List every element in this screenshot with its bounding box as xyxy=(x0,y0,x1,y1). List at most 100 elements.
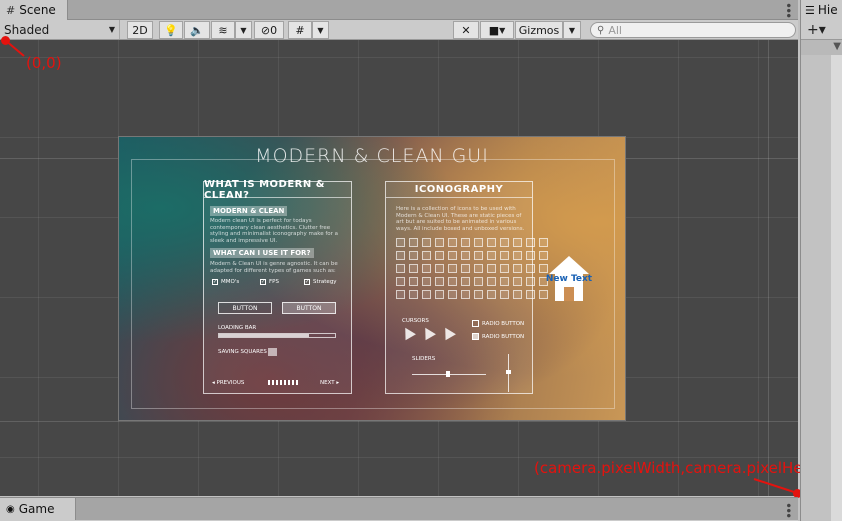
gui-icon-tile xyxy=(526,238,535,247)
gizmos-button[interactable]: Gizmos xyxy=(515,21,563,39)
gui-icon-tile xyxy=(422,290,431,299)
eye-hidden-icon: ⊘ xyxy=(260,23,271,37)
chevron-down-icon: ▼ xyxy=(317,25,324,35)
grid-dropdown[interactable]: ▼ xyxy=(312,21,329,39)
previous-link[interactable]: ◂ PREVIOUS xyxy=(212,380,244,386)
gui-icon-tile xyxy=(409,290,418,299)
tab-scene[interactable]: # Scene xyxy=(0,0,68,20)
add-button[interactable]: +▾ xyxy=(807,22,826,38)
layers-icon: ≋ xyxy=(218,23,228,37)
checkbox-mmo[interactable]: ✓ MMO's xyxy=(212,279,239,285)
ui-canvas[interactable]: MODERN & CLEAN GUI WHAT IS MODERN & CLEA… xyxy=(118,136,626,421)
tab-game[interactable]: ◉ Game xyxy=(0,498,76,520)
tab-game-label: Game xyxy=(18,502,55,516)
gui-icon-tile xyxy=(513,264,522,273)
tab-hierarchy[interactable]: ☰ Hie xyxy=(801,0,842,20)
slider-handle[interactable] xyxy=(506,370,511,374)
slider-handle[interactable] xyxy=(446,371,450,377)
grid-toggle[interactable]: # xyxy=(288,21,312,39)
gui-icon-tile xyxy=(409,277,418,286)
iconography-text: Here is a collection of icons to be used… xyxy=(396,206,525,232)
lightbulb-icon: 💡 xyxy=(164,23,178,37)
gui-icon-tile xyxy=(448,238,457,247)
effects-toggle[interactable]: ≋ xyxy=(211,21,235,39)
scene-search-field[interactable]: ⚲ All xyxy=(590,22,796,38)
gui-button-b[interactable]: BUTTON xyxy=(282,302,336,314)
right-panel-header: ICONOGRAPHY xyxy=(386,182,532,198)
checkbox-strategy[interactable]: ✓ Strategy xyxy=(304,279,337,285)
gui-icon-tile xyxy=(435,290,444,299)
sliders-label: SLIDERS xyxy=(412,356,436,362)
gui-icon-tile xyxy=(448,277,457,286)
mode-2d-toggle[interactable]: 2D xyxy=(127,21,153,39)
gui-icon-tile xyxy=(474,264,483,273)
scene-toolbar: Shaded ▼ 2D 💡 🔈 ≋ ▼ ⊘ 0 # ▼ ✕ ■ ▼ Gizmos… xyxy=(0,20,798,40)
canvas-boundary-line xyxy=(0,421,798,422)
chevron-down-icon[interactable]: ▼ xyxy=(833,41,841,52)
gui-icon-tile xyxy=(500,277,509,286)
gui-icon-tile xyxy=(396,264,405,273)
gui-button-a[interactable]: BUTTON xyxy=(218,302,272,314)
lighting-toggle[interactable]: 💡 xyxy=(159,21,183,39)
tab-hierarchy-label: Hie xyxy=(817,3,838,17)
loading-bar xyxy=(218,333,336,338)
gui-icon-tile xyxy=(448,251,457,260)
radio-button-b[interactable]: RADIO BUTTON xyxy=(472,333,524,340)
new-text-label[interactable]: New Text xyxy=(527,274,611,284)
camera-dropdown[interactable]: ■ ▼ xyxy=(480,21,514,39)
gui-icon-tile xyxy=(500,238,509,247)
grid-icon: # xyxy=(6,3,16,17)
gui-icon-tile xyxy=(539,251,548,260)
cursor-icon xyxy=(440,324,456,341)
hierarchy-scrollbar[interactable] xyxy=(831,55,842,521)
gui-icon-tile xyxy=(461,251,470,260)
game-tab-bar: ◉ Game ••• xyxy=(0,497,798,521)
radio-label: RADIO BUTTON xyxy=(482,320,525,327)
gui-icon-tile xyxy=(487,251,496,260)
checkbox-icon: ✓ xyxy=(260,279,266,285)
gui-icon-tile xyxy=(422,264,431,273)
gui-icon-tile xyxy=(448,264,457,273)
saving-squares-icon xyxy=(268,348,277,356)
gui-icon-tile xyxy=(513,251,522,260)
more-options-icon[interactable]: ••• xyxy=(781,2,795,17)
next-link[interactable]: NEXT ▸ xyxy=(320,380,339,386)
more-options-icon[interactable]: ••• xyxy=(781,502,795,517)
gui-icon-tile xyxy=(487,290,496,299)
scene-viewport[interactable]: MODERN & CLEAN GUI WHAT IS MODERN & CLEA… xyxy=(0,40,798,496)
gui-icon-tile xyxy=(526,290,535,299)
left-panel: WHAT IS MODERN & CLEAN? MODERN & CLEAN M… xyxy=(203,179,352,394)
section-2-text: Modern & Clean UI is genre agnostic. It … xyxy=(210,261,338,274)
gui-icon-tile xyxy=(513,290,522,299)
gui-icon-tile xyxy=(422,251,431,260)
chevron-down-icon: ▼ xyxy=(240,25,247,35)
gui-icon-tile xyxy=(448,290,457,299)
tab-scene-label: Scene xyxy=(19,3,56,17)
checkbox-fps[interactable]: ✓ FPS xyxy=(260,279,279,285)
gizmos-dropdown[interactable]: ▼ xyxy=(563,21,581,39)
gui-icon-tile xyxy=(487,277,496,286)
gui-icon-tile xyxy=(500,290,509,299)
radio-button-a[interactable]: RADIO BUTTON xyxy=(472,320,524,327)
home-door xyxy=(564,287,574,301)
tools-icon: ✕ xyxy=(461,23,471,37)
audio-toggle[interactable]: 🔈 xyxy=(184,21,210,39)
gui-icon-tile xyxy=(409,251,418,260)
hidden-objects-toggle[interactable]: ⊘ 0 xyxy=(254,21,284,39)
effects-dropdown[interactable]: ▼ xyxy=(235,21,252,39)
gui-icon-tile xyxy=(396,277,405,286)
unity-editor: # Scene ••• Shaded ▼ 2D 💡 🔈 ≋ ▼ ⊘ 0 # ▼ … xyxy=(0,0,842,521)
gui-icon-tile xyxy=(461,264,470,273)
canvas-boundary-line xyxy=(768,40,769,496)
hidden-count: 0 xyxy=(270,23,278,37)
search-placeholder: All xyxy=(608,23,622,37)
gizmos-label: Gizmos xyxy=(518,23,560,37)
camera-icon: ■ xyxy=(488,23,500,37)
checkbox-label: FPS xyxy=(269,279,279,285)
saving-label: SAVING SQUARES xyxy=(218,349,267,355)
gui-icon-tile xyxy=(539,290,548,299)
tools-toggle[interactable]: ✕ xyxy=(453,21,479,39)
cursor-icon xyxy=(420,324,436,341)
gui-icon-tile xyxy=(474,290,483,299)
gui-icon-tile xyxy=(461,277,470,286)
